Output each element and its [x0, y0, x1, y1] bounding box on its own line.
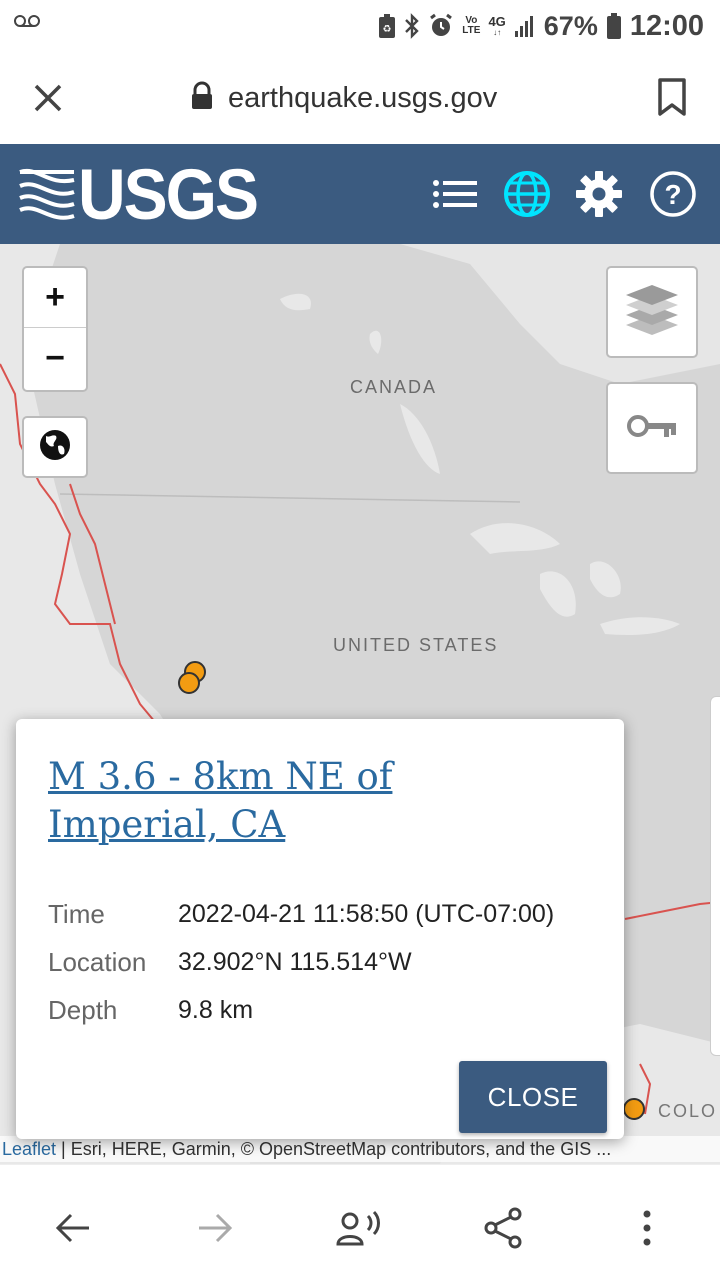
world-view-button[interactable] [22, 416, 88, 478]
earthquake-marker[interactable] [178, 672, 200, 694]
help-icon[interactable]: ? [648, 169, 698, 219]
close-icon[interactable] [28, 78, 68, 118]
earthquake-popup: M 3.6 - 8km NE of Imperial, CA Time 2022… [16, 719, 624, 1139]
battery-icon [606, 12, 622, 40]
leaflet-link[interactable]: Leaflet [2, 1139, 56, 1159]
url-text: earthquake.usgs.gov [228, 81, 498, 114]
zoom-out-button[interactable]: − [24, 328, 86, 388]
svg-text:?: ? [664, 179, 681, 210]
detail-value: 9.8 km [178, 996, 254, 1024]
share-icon[interactable] [478, 1203, 528, 1253]
status-bar: ♻ Vo LTE 4G ↓↑ 67% 12:00 [0, 0, 720, 52]
network-arrows: ↓↑ [493, 27, 502, 37]
map-label-canada: CANADA [350, 377, 438, 397]
layers-icon [624, 284, 680, 340]
more-vert-icon[interactable] [622, 1203, 672, 1253]
close-button[interactable]: CLOSE [459, 1061, 607, 1133]
browser-bar: earthquake.usgs.gov [0, 52, 720, 144]
detail-label: Depth [48, 995, 118, 1025]
forward-arrow-icon[interactable] [190, 1203, 240, 1253]
gear-icon[interactable] [574, 169, 624, 219]
back-arrow-icon[interactable] [48, 1203, 98, 1253]
clock: 12:00 [629, 9, 704, 42]
network-indicator: 4G ↓↑ [488, 15, 505, 38]
voicemail-icon [14, 14, 40, 33]
detail-row-depth: Depth 9.8 km [48, 995, 253, 1026]
map-attribution: Leaflet | Esri, HERE, Garmin, © OpenStre… [0, 1136, 720, 1162]
zoom-in-button[interactable]: + [24, 268, 86, 328]
earthquake-title-link[interactable]: M 3.6 - 8km NE of Imperial, CA [48, 753, 518, 849]
usgs-logo-wave-icon[interactable] [18, 166, 76, 227]
url-bar[interactable]: earthquake.usgs.gov [190, 78, 497, 118]
usgs-logo-text[interactable]: USGS [78, 153, 259, 235]
map-label-colo: COLO [658, 1101, 718, 1121]
key-icon [626, 412, 678, 445]
browser-bottom-nav [0, 1164, 720, 1281]
bookmark-icon[interactable] [656, 76, 688, 120]
data-saver-icon: ♻ [378, 13, 396, 39]
attribution-text: | Esri, HERE, Garmin, © OpenStreetMap co… [56, 1139, 612, 1159]
detail-label: Time [48, 899, 105, 929]
detail-row-location: Location 32.902°N 115.514°W [48, 947, 412, 978]
usgs-header: USGS ? [0, 144, 720, 244]
read-aloud-icon[interactable] [334, 1203, 384, 1253]
side-panel-handle[interactable] [710, 696, 720, 1056]
volte-indicator: Vo LTE [462, 16, 480, 36]
layers-button[interactable] [606, 266, 698, 358]
world-globe-icon [38, 428, 72, 467]
bluetooth-icon [404, 13, 420, 39]
alarm-icon [428, 13, 454, 39]
volte-bottom: LTE [462, 25, 481, 36]
globe-icon[interactable] [502, 169, 552, 219]
legend-button[interactable] [606, 382, 698, 474]
battery-percent: 67% [543, 10, 598, 41]
network-type: 4G [488, 13, 506, 29]
signal-icon [514, 14, 536, 38]
detail-value: 2022-04-21 11:58:50 (UTC-07:00) [178, 900, 555, 928]
zoom-control: + − [22, 266, 88, 392]
earthquake-marker[interactable] [623, 1098, 645, 1120]
detail-value: 32.902°N 115.514°W [178, 948, 412, 976]
svg-text:♻: ♻ [383, 24, 392, 35]
map-label-united-states: UNITED STATES [333, 635, 499, 655]
detail-row-time: Time 2022-04-21 11:58:50 (UTC-07:00) [48, 899, 554, 930]
detail-label: Location [48, 947, 147, 977]
list-icon[interactable] [430, 169, 480, 219]
lock-icon [190, 81, 214, 116]
